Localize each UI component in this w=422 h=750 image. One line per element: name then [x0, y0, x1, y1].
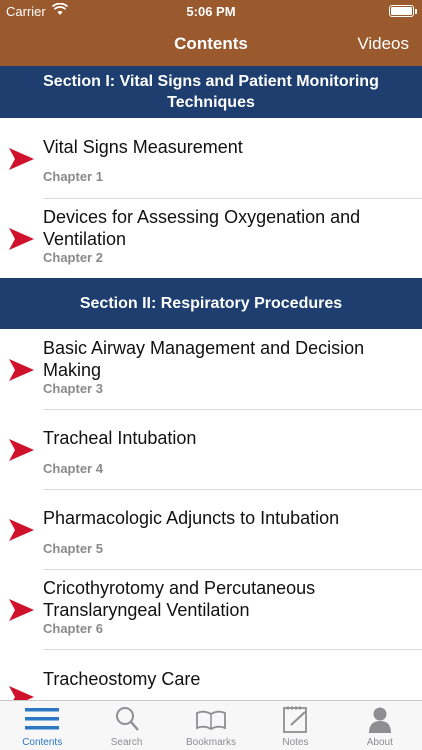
book-icon [196, 710, 226, 731]
chapter-number: Chapter 6 [43, 621, 103, 636]
tab-label: Search [110, 737, 143, 748]
red-arrow-icon [9, 359, 34, 381]
section-header: Section I: Vital Signs and Patient Monit… [0, 66, 422, 118]
list-item[interactable]: Basic Airway Management and Decision Mak… [0, 329, 422, 410]
red-arrow-icon [9, 439, 34, 461]
list-item[interactable]: Tracheostomy Care [0, 649, 422, 700]
notepad-icon [283, 706, 308, 733]
section-header: Section II: Respiratory Procedures [0, 278, 422, 329]
search-icon [115, 707, 139, 731]
chapter-number: Chapter 4 [43, 461, 103, 476]
tab-notes[interactable]: Notes [253, 701, 337, 750]
tab-label: Bookmarks [186, 737, 237, 748]
tab-contents[interactable]: Contents [0, 701, 84, 750]
section-title: Section II: Respiratory Procedures [79, 295, 343, 312]
status-bar: Carrier 5:06 PM [0, 0, 422, 22]
clock: 5:06 PM [186, 4, 236, 19]
battery-icon [389, 5, 417, 17]
chapter-title: Devices for Assessing Oxygenation and Ve… [43, 207, 361, 249]
videos-button[interactable]: Videos [357, 34, 409, 54]
red-arrow-icon [9, 686, 34, 700]
chapter-number: Chapter 3 [43, 381, 103, 396]
chapter-title: Tracheal Intubation [43, 428, 197, 448]
chapter-title: Pharmacologic Adjuncts to Intubation [43, 508, 340, 528]
red-arrow-icon [9, 228, 34, 250]
chapter-number: Chapter 5 [43, 541, 103, 556]
chapter-number: Chapter 2 [43, 250, 103, 265]
list-item[interactable]: Vital Signs Measurement Chapter 1 [0, 118, 422, 199]
contents-list[interactable]: Section I: Vital Signs and Patient Monit… [0, 66, 422, 700]
list-icon [25, 708, 60, 730]
chapter-title: Cricothyrotomy and Percutaneous Translar… [43, 578, 316, 620]
chapter-number: Chapter 1 [43, 169, 103, 184]
tab-bookmarks[interactable]: Bookmarks [169, 701, 253, 750]
tab-about[interactable]: About [338, 701, 422, 750]
chapter-title: Tracheostomy Care [43, 669, 201, 689]
tab-label: About [366, 737, 393, 748]
red-arrow-icon [9, 599, 34, 621]
tab-search[interactable]: Search [84, 701, 168, 750]
tab-label: Contents [22, 737, 63, 748]
person-icon [368, 707, 391, 733]
list-item[interactable]: Tracheal Intubation Chapter 4 [0, 409, 422, 490]
list-item[interactable]: Pharmacologic Adjuncts to Intubation Cha… [0, 489, 422, 570]
red-arrow-icon [9, 148, 34, 170]
tab-bar: Contents Search Bookmarks Notes About [0, 700, 422, 750]
chapter-title: Basic Airway Management and Decision Mak… [43, 338, 365, 380]
navigation-bar: Carrier 5:06 PM Contents Videos [0, 0, 422, 66]
list-item[interactable]: Cricothyrotomy and Percutaneous Translar… [0, 569, 422, 650]
tab-label: Notes [282, 737, 309, 748]
chapter-title: Vital Signs Measurement [43, 137, 243, 157]
section-title: Section I: Vital Signs and Patient Monit… [43, 73, 379, 111]
list-item[interactable]: Devices for Assessing Oxygenation and Ve… [0, 198, 422, 278]
red-arrow-icon [9, 519, 34, 541]
